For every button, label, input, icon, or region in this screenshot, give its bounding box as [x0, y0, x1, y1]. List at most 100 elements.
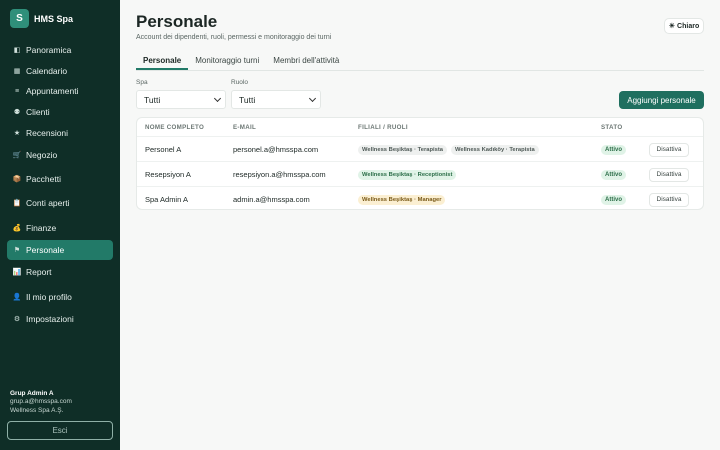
sidebar-item-label: Finanze	[26, 223, 57, 233]
nav-icon: ⚑	[13, 247, 21, 254]
staff-status: Attivo	[601, 187, 626, 209]
user-info: Grup Admin A grup.a@hmsspa.com Wellness …	[10, 390, 72, 415]
brand-name: HMS Spa	[34, 13, 74, 24]
sidebar-item-label: Il mio profilo	[26, 292, 72, 302]
tab-monitoraggio-turni[interactable]: Monitoraggio turni	[188, 52, 266, 70]
tab-bar: Personale Monitoraggio turni Membri dell'a…	[136, 52, 346, 70]
branch-role-badge: Wellness Kadıköy · Terapista	[450, 144, 539, 155]
nav-icon: 📋	[12, 200, 22, 207]
spa-filter-label: Spa	[136, 79, 148, 86]
sidebar-item-calendario[interactable]: ▦ Calendario	[7, 61, 113, 81]
sidebar-item-label: Impostazioni	[26, 314, 74, 324]
sidebar-item-pacchetti[interactable]: 📦 Pacchetti	[7, 169, 113, 189]
staff-name: Spa Admin A	[145, 195, 188, 204]
chevron-down-icon	[213, 94, 222, 103]
table-header-row: NOME COMPLETO E-MAIL FILIALI / RUOLI STA…	[137, 118, 703, 137]
column-header-status[interactable]: STATO	[601, 118, 622, 137]
branch-role-badge: Wellness Beşiktaş · Terapista	[358, 144, 447, 155]
tab-personale[interactable]: Personale	[136, 52, 189, 70]
sidebar-item-label: Recensioni	[26, 128, 69, 138]
user-company: Wellness Spa A.Ş.	[10, 407, 64, 414]
staff-status: Attivo	[601, 137, 626, 162]
sidebar-item-panoramica[interactable]: ◧ Panoramica	[7, 40, 113, 60]
role-filter-label: Ruolo	[231, 79, 248, 86]
nav-icon: ★	[13, 130, 21, 137]
theme-label: Chiaro	[677, 22, 700, 30]
deactivate-button[interactable]: Disattiva	[649, 192, 689, 207]
sidebar-item-il-mio-profilo[interactable]: 👤 Il mio profilo	[7, 287, 113, 307]
sidebar-item-label: Conti aperti	[26, 198, 70, 208]
status-badge: Attivo	[601, 194, 626, 205]
staff-email: personel.a@hmsspa.com	[233, 145, 319, 154]
status-badge: Attivo	[601, 169, 626, 180]
deactivate-button[interactable]: Disattiva	[649, 142, 689, 157]
user-name: Grup Admin A	[10, 390, 54, 397]
staff-branches: Wellness Beşiktaş · Receptionist	[358, 162, 460, 187]
chevron-down-icon	[308, 94, 317, 103]
spa-filter-value: Tutti	[144, 94, 161, 105]
staff-branches: Wellness Beşiktaş · Manager	[358, 187, 449, 209]
add-staff-button[interactable]: Aggiungi personale	[619, 91, 704, 109]
sidebar-item-label: Report	[26, 267, 52, 277]
sidebar-item-label: Negozio	[26, 150, 58, 160]
nav-icon: ≡	[14, 87, 20, 95]
sidebar-item-recensioni[interactable]: ★ Recensioni	[7, 123, 113, 143]
sidebar-item-conti-aperti[interactable]: 📋 Conti aperti	[7, 193, 113, 213]
branch-role-badge: Wellness Beşiktaş · Receptionist	[358, 169, 457, 180]
deactivate-button[interactable]: Disattiva	[649, 167, 689, 182]
sidebar-item-label: Appuntamenti	[26, 86, 79, 96]
sidebar-item-appuntamenti[interactable]: ≡ Appuntamenti	[7, 81, 113, 101]
role-filter-value: Tutti	[239, 94, 256, 105]
table-row: Spa Admin A admin.a@hmsspa.com Wellness Be…	[137, 187, 703, 209]
nav-icon: ⚙	[13, 316, 21, 323]
brand[interactable]: S HMS Spa	[10, 9, 73, 28]
column-header-branches[interactable]: FILIALI / RUOLI	[358, 118, 408, 137]
staff-action: Disattiva	[649, 187, 689, 209]
nav-icon: 📊	[12, 269, 22, 276]
sidebar-item-clienti[interactable]: ⚉ Clienti	[7, 102, 113, 122]
staff-action: Disattiva	[649, 162, 689, 187]
staff-name: Resepsiyon A	[145, 170, 191, 179]
tabs-divider	[136, 70, 704, 71]
status-badge: Attivo	[601, 144, 626, 155]
sidebar-item-finanze[interactable]: 💰 Finanze	[7, 218, 113, 238]
logout-button[interactable]: Esci	[7, 421, 113, 440]
column-header-name[interactable]: NOME COMPLETO	[145, 118, 204, 137]
sidebar-item-negozio[interactable]: 🛒 Negozio	[7, 145, 113, 165]
nav-icon: ▦	[13, 68, 21, 75]
theme-toggle-button[interactable]: ☀ Chiaro	[664, 18, 704, 34]
staff-action: Disattiva	[649, 137, 689, 162]
nav-icon: ◧	[13, 47, 21, 54]
tab-membri-dell-attivit-[interactable]: Membri dell'attività	[266, 52, 346, 70]
sidebar-item-personale[interactable]: ⚑ Personale	[7, 240, 113, 260]
staff-email: resepsiyon.a@hmsspa.com	[233, 170, 326, 179]
sidebar-item-impostazioni[interactable]: ⚙ Impostazioni	[7, 309, 113, 329]
spa-filter-select[interactable]: Tutti	[136, 90, 226, 109]
sidebar-item-label: Pacchetti	[26, 174, 61, 184]
sidebar: S HMS Spa ◧ Panoramica ▦ Calendario ≡ Appunta…	[0, 0, 120, 450]
nav-icon: 👤	[12, 294, 22, 301]
sidebar-item-label: Clienti	[26, 107, 50, 117]
sidebar-item-label: Calendario	[26, 66, 68, 76]
role-filter-select[interactable]: Tutti	[231, 90, 321, 109]
table-row: Resepsiyon A resepsiyon.a@hmsspa.com Welln…	[137, 162, 703, 187]
sidebar-item-report[interactable]: 📊 Report	[7, 262, 113, 282]
page-subtitle: Account dei dipendenti, ruoli, permessi …	[136, 34, 332, 41]
table-row: Personel A personel.a@hmsspa.com Wellness …	[137, 137, 703, 162]
sun-icon: ☀	[668, 23, 676, 30]
nav-icon: 💰	[12, 225, 22, 232]
nav-icon: ⚉	[13, 109, 21, 116]
staff-email: admin.a@hmsspa.com	[233, 195, 310, 204]
page-title: Personale	[136, 12, 218, 31]
staff-table: NOME COMPLETO E-MAIL FILIALI / RUOLI STA…	[136, 117, 704, 210]
user-email: grup.a@hmsspa.com	[10, 398, 72, 405]
staff-branches: Wellness Beşiktaş · Terapista Wellness Ka…	[358, 137, 543, 162]
sidebar-item-label: Panoramica	[26, 45, 72, 55]
sidebar-item-label: Personale	[26, 245, 65, 255]
staff-name: Personel A	[145, 145, 182, 154]
nav-icon: 📦	[12, 176, 22, 183]
brand-logo: S	[10, 9, 29, 28]
staff-status: Attivo	[601, 162, 626, 187]
column-header-email[interactable]: E-MAIL	[233, 118, 256, 137]
branch-role-badge: Wellness Beşiktaş · Manager	[358, 194, 446, 205]
